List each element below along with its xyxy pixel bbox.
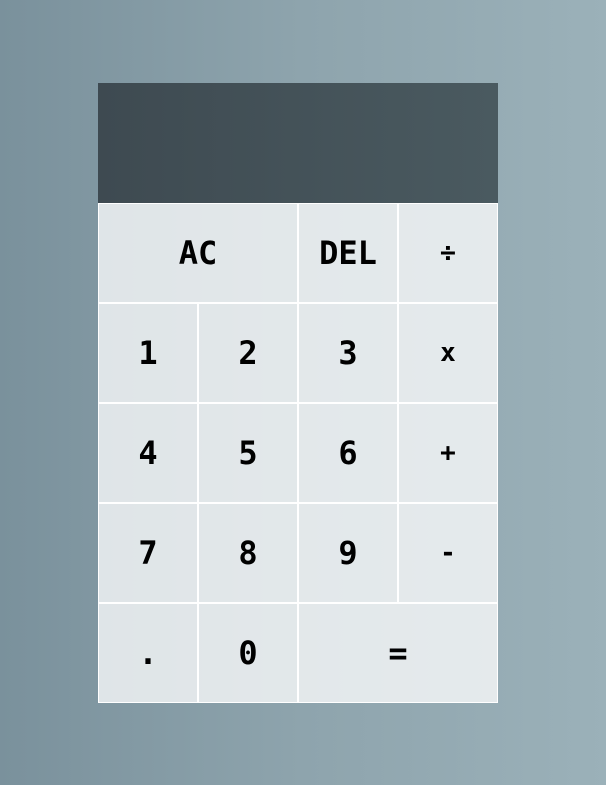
calculator-display <box>98 83 498 203</box>
add-button[interactable]: + <box>398 403 498 503</box>
digit-0-button[interactable]: 0 <box>198 603 298 703</box>
calculator: AC DEL ÷ 1 2 3 x 4 5 6 + 7 8 9 - . 0 = <box>98 83 498 703</box>
digit-4-button[interactable]: 4 <box>98 403 198 503</box>
digit-6-button[interactable]: 6 <box>298 403 398 503</box>
digit-5-button[interactable]: 5 <box>198 403 298 503</box>
subtract-button[interactable]: - <box>398 503 498 603</box>
digit-3-button[interactable]: 3 <box>298 303 398 403</box>
multiply-button[interactable]: x <box>398 303 498 403</box>
digit-2-button[interactable]: 2 <box>198 303 298 403</box>
digit-1-button[interactable]: 1 <box>98 303 198 403</box>
digit-8-button[interactable]: 8 <box>198 503 298 603</box>
all-clear-button[interactable]: AC <box>98 203 298 303</box>
equals-button[interactable]: = <box>298 603 498 703</box>
decimal-button[interactable]: . <box>98 603 198 703</box>
divide-button[interactable]: ÷ <box>398 203 498 303</box>
digit-7-button[interactable]: 7 <box>98 503 198 603</box>
digit-9-button[interactable]: 9 <box>298 503 398 603</box>
delete-button[interactable]: DEL <box>298 203 398 303</box>
